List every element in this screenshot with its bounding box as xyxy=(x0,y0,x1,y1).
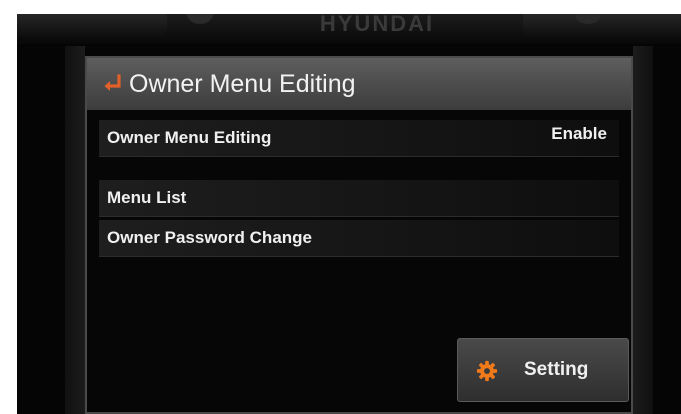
display-screen: HYUNDAI Owner Menu Editing Owner Menu Ed… xyxy=(17,14,681,414)
panel-title-bar: Owner Menu Editing xyxy=(87,58,631,110)
bezel-left-tab xyxy=(17,14,167,40)
menu-item-owner-password-change[interactable]: Owner Password Change xyxy=(99,220,619,257)
menu-item-owner-menu-editing[interactable]: Owner Menu Editing Enable xyxy=(99,120,619,157)
owner-menu-panel: Owner Menu Editing Owner Menu Editing En… xyxy=(85,56,633,414)
left-frame xyxy=(65,46,85,414)
page-title: Owner Menu Editing xyxy=(129,70,356,98)
menu-item-label: Owner Password Change xyxy=(107,228,312,247)
menu-item-menu-list[interactable]: Menu List xyxy=(99,180,619,217)
bezel-right-tab xyxy=(523,14,681,40)
menu-item-label: Menu List xyxy=(107,188,187,207)
menu-item-label: Owner Menu Editing xyxy=(107,128,272,147)
brand-logo: HYUNDAI xyxy=(319,14,435,36)
return-arrow-icon[interactable] xyxy=(101,72,125,96)
setting-button-label: Setting xyxy=(524,359,589,380)
setting-button[interactable]: Setting xyxy=(457,338,629,402)
gear-icon xyxy=(476,360,498,382)
menu-item-value: Enable xyxy=(551,124,607,143)
right-frame xyxy=(633,46,653,414)
